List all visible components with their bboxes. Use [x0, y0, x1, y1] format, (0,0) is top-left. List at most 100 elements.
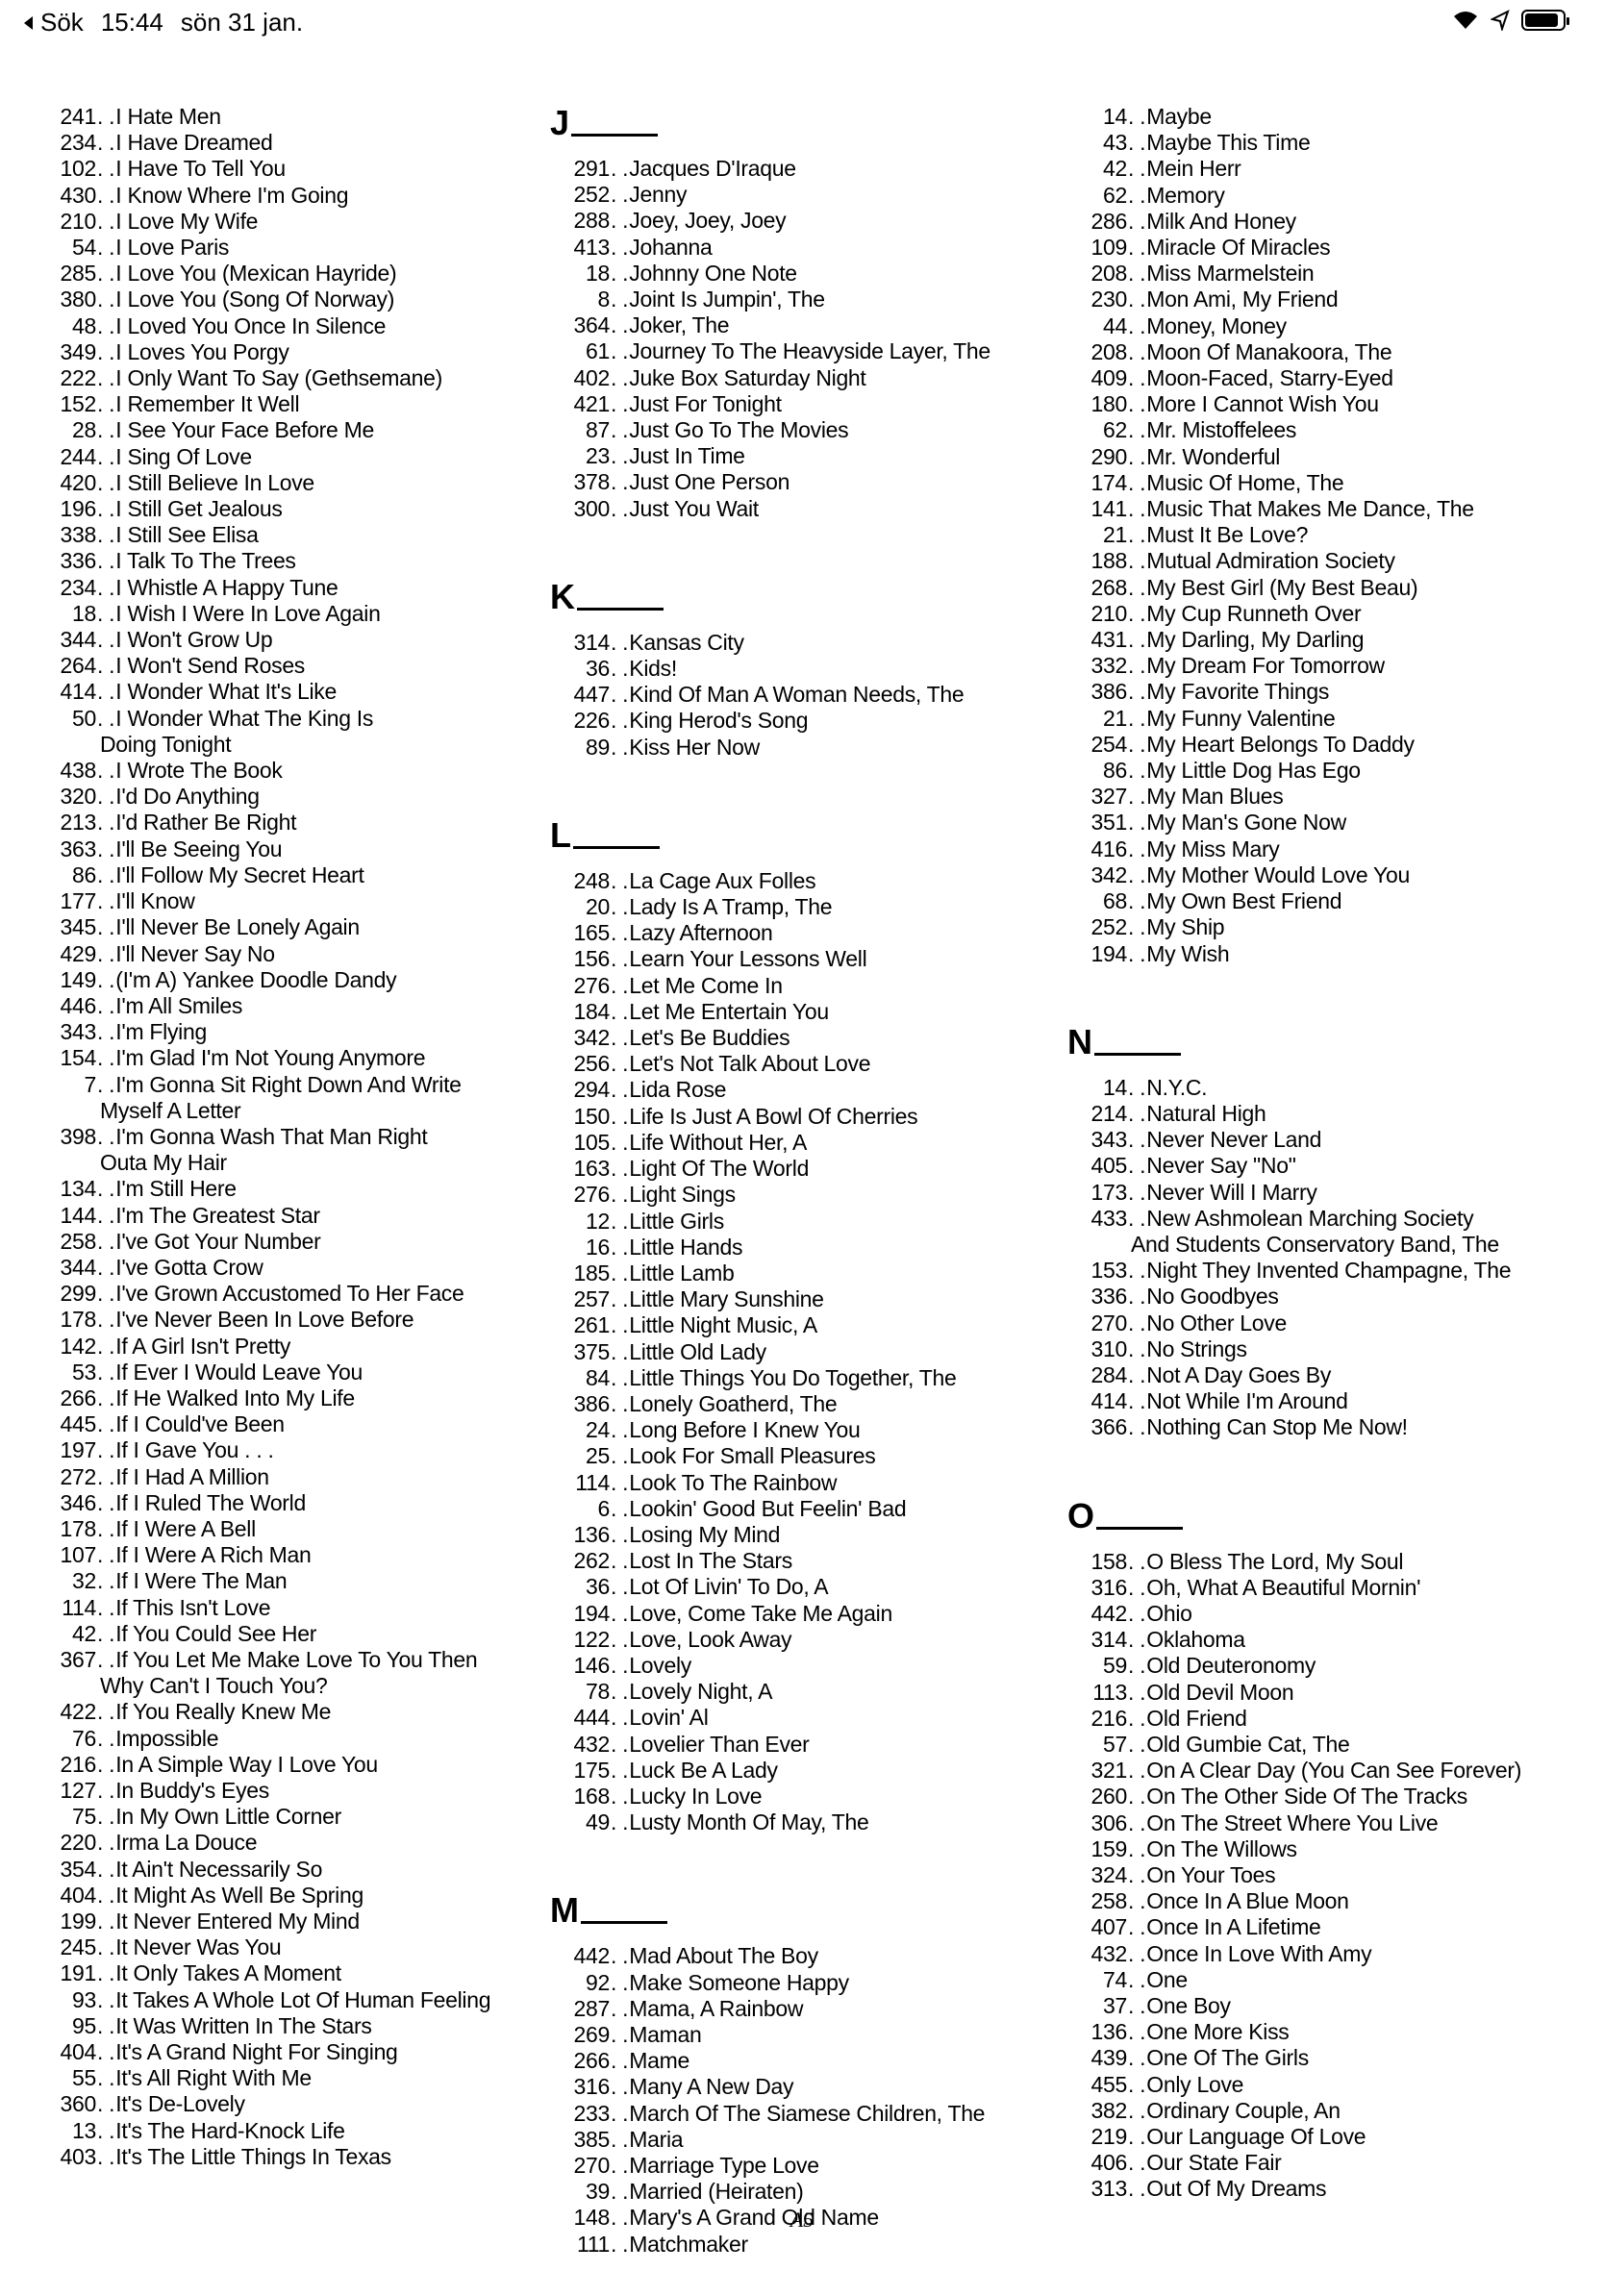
index-entry: 180. . More I Cannot Wish You	[1067, 391, 1587, 417]
index-entry: 360. . It's De-Lovely	[37, 2091, 556, 2117]
entry-title: Mein Herr	[1146, 156, 1241, 182]
entry-page-number: 380	[60, 287, 97, 312]
entry-title: Must It Be Love?	[1146, 522, 1309, 548]
entry-leader: . .	[97, 1620, 115, 1646]
index-entry: 321. . On A Clear Day (You Can See Foreve…	[1067, 1758, 1587, 1784]
entry-title: Kansas City	[629, 629, 744, 655]
index-column-3: 14. . Maybe 43. . Maybe This Time 42. . Mein …	[1067, 104, 1587, 2203]
section-letter: L	[550, 814, 571, 855]
index-entry: 439. . One Of The Girls	[1067, 2045, 1587, 2071]
entry-page-number: 14	[1103, 1074, 1127, 1100]
entry-page-number: 39	[586, 2179, 610, 2205]
entry-page-number: 241	[60, 104, 97, 129]
entry-page-number: 158	[1090, 1548, 1128, 1574]
section-rule	[580, 1921, 667, 1925]
index-entry: 222. .I Only Want To Say (Gethsemane)	[37, 365, 556, 391]
entry-leader: . .	[1128, 2150, 1146, 2176]
entry-page-number: 430	[60, 182, 97, 208]
entry-page-number: 252	[573, 182, 611, 208]
back-to-search-button[interactable]: Sök	[21, 8, 84, 37]
entry-leader: . .	[611, 1077, 629, 1103]
entry-title: Our Language Of Love	[1146, 2124, 1366, 2150]
entry-leader: . .	[97, 705, 115, 731]
entry-page-number: 294	[573, 1077, 611, 1103]
entry-page-number: 159	[1090, 1835, 1128, 1861]
section-heading: K	[550, 578, 1069, 614]
entry-page-number: 336	[1090, 1284, 1128, 1310]
entry-title: Mutual Admiration Society	[1146, 548, 1395, 574]
entry-title: Lot Of Livin' To Do, A	[629, 1574, 829, 1600]
entry-leader: . .	[611, 1182, 629, 1208]
index-entry: 268. . My Best Girl (My Best Beau)	[1067, 575, 1587, 601]
entry-leader: . .	[611, 1156, 629, 1182]
entry-title: Old Deuteronomy	[1146, 1653, 1316, 1679]
entry-leader: . .	[97, 679, 115, 705]
entry-title: I'm The Greatest Star	[115, 1202, 320, 1228]
entry-leader: . .	[1128, 2045, 1146, 2071]
index-entry: 338. .I Still See Elisa	[37, 522, 556, 548]
entry-title: O Bless The Lord, My Soul	[1146, 1548, 1404, 1574]
entry-leader: . .	[1128, 1127, 1146, 1153]
index-entry: 266. . Mame	[550, 2048, 1069, 2074]
entry-title: I'm Still Here	[115, 1176, 237, 1202]
index-entry: 345. . I'll Never Be Lonely Again	[37, 914, 556, 940]
entry-title: I'm Gonna Wash That Man Right	[115, 1123, 428, 1149]
section-heading: J	[550, 104, 1069, 140]
entry-leader: . .	[611, 1652, 629, 1678]
index-entry: 254. . My Heart Belongs To Daddy	[1067, 732, 1587, 758]
entry-leader: . .	[97, 261, 115, 287]
entry-title: I Love Paris	[115, 235, 230, 261]
entry-leader: . .	[97, 888, 115, 914]
entry-leader: . .	[611, 2153, 629, 2178]
entry-title: It Might As Well Be Spring	[115, 1882, 363, 1908]
entry-leader: . .	[97, 627, 115, 653]
entry-title: Old Gumbie Cat, The	[1146, 1731, 1350, 1757]
index-entry: 177. . I'll Know	[37, 888, 556, 914]
entry-title: I Wonder What The King Is	[115, 705, 374, 731]
entry-title: Little Lamb	[629, 1260, 735, 1285]
index-entry: 260. . On The Other Side Of The Tracks	[1067, 1784, 1587, 1809]
entry-title: Mr. Mistoffelees	[1146, 417, 1297, 443]
entry-page-number: 405	[1090, 1153, 1128, 1179]
entry-leader: . .	[97, 2091, 115, 2117]
entry-leader: . .	[97, 496, 115, 522]
index-entry: 446. . I'm All Smiles	[37, 993, 556, 1019]
entry-title: I Wonder What It's Like	[115, 679, 337, 705]
index-entry: 262. . Lost In The Stars	[550, 1548, 1069, 1574]
entry-leader: . .	[97, 914, 115, 940]
entry-title: I Love You (Mexican Hayride)	[115, 261, 397, 287]
entry-title: It Only Takes A Moment	[115, 1960, 341, 1986]
entry-title: I Whistle A Happy Tune	[115, 574, 338, 600]
entry-title: Miss Marmelstein	[1146, 261, 1315, 287]
entry-leader: . .	[1128, 182, 1146, 208]
entry-page-number: 8	[597, 287, 611, 312]
entry-title: My Little Dog Has Ego	[1146, 758, 1361, 784]
entry-page-number: 234	[60, 130, 97, 156]
entry-leader: . .	[611, 234, 629, 260]
section-rule	[1095, 1526, 1183, 1530]
entry-page-number: 122	[573, 1626, 611, 1652]
entry-title: If I Ruled The World	[115, 1489, 306, 1515]
entry-title: Long Before I Knew You	[629, 1417, 861, 1443]
entry-page-number: 288	[573, 208, 611, 234]
entry-title: Money, Money	[1146, 312, 1287, 338]
entry-title: I've Grown Accustomed To Her Face	[115, 1281, 464, 1307]
entry-title: Once In A Blue Moon	[1146, 1888, 1349, 1914]
entry-page-number: 180	[1090, 391, 1128, 417]
entry-title: It's De-Lovely	[115, 2091, 245, 2117]
index-entry: 405. . Never Say "No"	[1067, 1153, 1587, 1179]
entry-leader: . .	[611, 1679, 629, 1705]
entry-title: Music Of Home, The	[1146, 469, 1344, 495]
entry-leader: . .	[97, 1202, 115, 1228]
index-entry: 261. . Little Night Music, A	[550, 1312, 1069, 1338]
entry-title: Natural High	[1146, 1100, 1266, 1126]
entry-leader: . .	[1128, 2124, 1146, 2150]
index-entry: 25. . Look For Small Pleasures	[550, 1443, 1069, 1469]
index-entry: 175. . Luck Be A Lady	[550, 1758, 1069, 1784]
entry-title: I See Your Face Before Me	[115, 417, 374, 443]
entry-page-number: 414	[1090, 1388, 1128, 1414]
entry-page-number: 230	[1090, 287, 1128, 312]
entry-page-number: 420	[60, 469, 97, 495]
entry-page-number: 455	[1090, 2071, 1128, 2097]
index-entry: 36. . Kids!	[550, 656, 1069, 682]
